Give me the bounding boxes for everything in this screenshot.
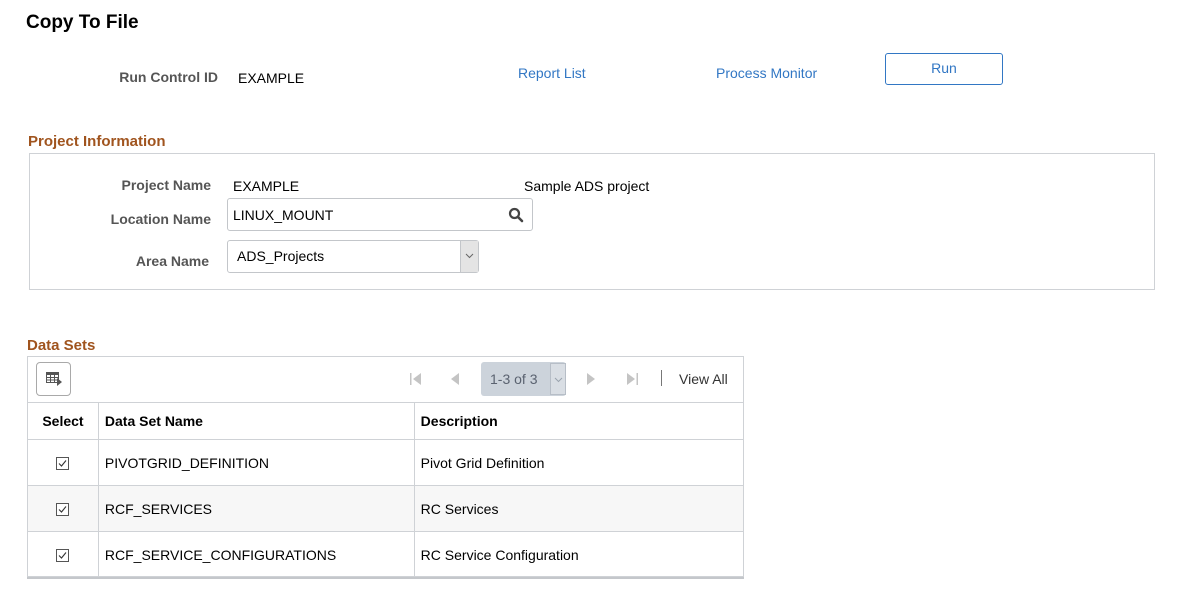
- location-name-label: Location Name: [110, 211, 211, 227]
- column-header-description: Description: [413, 402, 745, 440]
- data-sets-table: Select Data Set Name Description PIVOTGR…: [27, 402, 745, 579]
- run-button[interactable]: Run: [885, 53, 1003, 85]
- column-header-data-set-name: Data Set Name: [97, 402, 415, 440]
- table-row: PIVOTGRID_DEFINITION Pivot Grid Definiti…: [27, 439, 745, 486]
- run-control-id-value: EXAMPLE: [238, 70, 305, 86]
- run-control-id-label: Run Control ID: [119, 69, 218, 85]
- search-icon[interactable]: [508, 207, 524, 223]
- next-page-icon[interactable]: [586, 372, 595, 390]
- column-header-select: Select: [27, 402, 99, 440]
- area-name-select[interactable]: ADS_Projects: [227, 240, 479, 273]
- checkmark-icon: [59, 460, 67, 468]
- area-name-label: Area Name: [135, 253, 209, 269]
- pager-divider: [661, 370, 662, 386]
- chevron-down-icon[interactable]: [550, 363, 566, 395]
- project-name-value: EXAMPLE: [233, 178, 300, 194]
- description-cell: RC Services: [413, 485, 745, 532]
- location-name-input[interactable]: LINUX_MOUNT: [227, 198, 533, 231]
- view-all-link[interactable]: View All: [679, 371, 728, 387]
- grid-icon: [46, 372, 62, 386]
- table-header-row: Select Data Set Name Description: [27, 402, 745, 440]
- area-name-value: ADS_Projects: [237, 248, 325, 264]
- chevron-down-icon[interactable]: [460, 241, 478, 272]
- project-name-label: Project Name: [121, 177, 211, 193]
- previous-page-icon[interactable]: [451, 372, 460, 390]
- data-set-name-cell: RCF_SERVICE_CONFIGURATIONS: [97, 531, 415, 579]
- select-checkbox[interactable]: [56, 549, 70, 563]
- data-set-name-cell: PIVOTGRID_DEFINITION: [97, 439, 415, 486]
- description-cell: Pivot Grid Definition: [413, 439, 745, 486]
- data-set-name-cell: RCF_SERVICES: [97, 485, 415, 532]
- personalize-grid-button[interactable]: [36, 362, 71, 396]
- process-monitor-link[interactable]: Process Monitor: [716, 65, 817, 81]
- select-checkbox[interactable]: [56, 457, 70, 471]
- project-description: Sample ADS project: [524, 178, 650, 194]
- page-title: Copy To File: [26, 12, 139, 33]
- data-sets-title: Data Sets: [27, 337, 96, 354]
- pager-text: 1-3 of 3: [490, 371, 538, 387]
- select-checkbox[interactable]: [56, 503, 70, 517]
- description-cell: RC Service Configuration: [413, 531, 745, 579]
- first-page-icon[interactable]: [410, 372, 422, 390]
- report-list-link[interactable]: Report List: [518, 65, 586, 81]
- checkmark-icon: [59, 552, 67, 560]
- project-information-title: Project Information: [28, 133, 166, 150]
- checkmark-icon: [59, 506, 67, 514]
- pager-dropdown[interactable]: 1-3 of 3: [481, 362, 566, 396]
- table-row: RCF_SERVICE_CONFIGURATIONS RC Service Co…: [27, 531, 745, 579]
- table-row: RCF_SERVICES RC Services: [27, 485, 745, 532]
- last-page-icon[interactable]: [626, 372, 638, 390]
- run-button-label: Run: [931, 60, 957, 76]
- location-name-value: LINUX_MOUNT: [233, 207, 334, 223]
